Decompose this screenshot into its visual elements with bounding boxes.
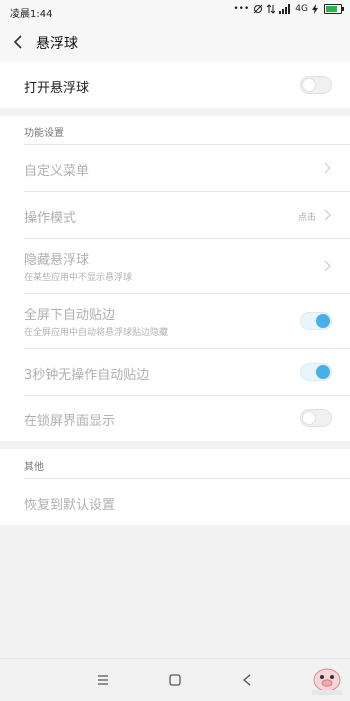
function-settings-card: 功能设置 自定义菜单 操作模式 点击 隐藏悬浮球 在某些应用中不显示悬浮球 全屏…: [0, 116, 350, 441]
data-transfer-icon: [267, 4, 276, 14]
app-header: 悬浮球: [0, 22, 350, 62]
mascot-watermark-icon: [312, 668, 342, 695]
status-time: 凌晨1:44: [10, 9, 53, 20]
main-toggle-label: 打开悬浮球: [24, 81, 90, 96]
main-toggle-row[interactable]: 打开悬浮球: [0, 62, 350, 108]
home-square-icon[interactable]: [166, 671, 184, 689]
battery-icon: [324, 4, 344, 14]
toggle-knob: [302, 411, 316, 425]
hide-ball-row[interactable]: 隐藏悬浮球 在某些应用中不显示悬浮球: [0, 239, 350, 293]
fullscreen-edge-switch[interactable]: [300, 312, 332, 330]
status-icons: ••• 4G: [233, 4, 344, 14]
chevron-right-icon: [324, 162, 331, 174]
idle-edge-switch[interactable]: [300, 363, 332, 381]
idle-edge-row[interactable]: 3秒钟无操作自动贴边: [0, 349, 350, 395]
section-title-function: 功能设置: [24, 128, 64, 139]
main-toggle-card: 打开悬浮球: [0, 62, 350, 108]
fullscreen-edge-subtitle: 在全屏应用中自动将悬浮球贴边隐藏: [24, 328, 169, 338]
custom-menu-row[interactable]: 自定义菜单: [0, 145, 350, 191]
operation-mode-row[interactable]: 操作模式 点击: [0, 192, 350, 238]
status-bar: 凌晨1:44 ••• 4G: [0, 0, 350, 22]
restore-defaults-label: 恢复到默认设置: [24, 498, 116, 513]
toggle-knob: [316, 365, 330, 379]
chevron-right-icon: [324, 260, 331, 272]
operation-mode-value: 点击: [297, 213, 316, 223]
silent-icon: [253, 4, 263, 14]
toggle-knob: [316, 314, 330, 328]
main-toggle-switch[interactable]: [300, 76, 332, 94]
more-dots-icon: •••: [233, 4, 250, 14]
back-triangle-icon[interactable]: [238, 671, 256, 689]
battery-fill: [326, 6, 337, 12]
fullscreen-edge-row[interactable]: 全屏下自动贴边 在全屏应用中自动将悬浮球贴边隐藏: [0, 294, 350, 348]
chevron-right-icon: [324, 209, 331, 221]
system-nav-bar: [0, 658, 350, 701]
fullscreen-edge-label: 全屏下自动贴边: [24, 308, 116, 323]
menu-icon[interactable]: [94, 671, 112, 689]
chevron-left-icon[interactable]: [12, 33, 26, 51]
page-title: 悬浮球: [36, 36, 78, 52]
lockscreen-switch[interactable]: [300, 409, 332, 427]
hide-ball-label: 隐藏悬浮球: [24, 253, 90, 268]
hide-ball-subtitle: 在某些应用中不显示悬浮球: [24, 273, 133, 283]
lockscreen-label: 在锁屏界面显示: [24, 414, 116, 429]
network-type: 4G: [295, 4, 308, 14]
charging-icon: [312, 4, 318, 14]
lockscreen-row[interactable]: 在锁屏界面显示: [0, 396, 350, 441]
idle-edge-label: 3秒钟无操作自动贴边: [24, 368, 150, 383]
operation-mode-label: 操作模式: [24, 211, 77, 226]
section-title-other: 其他: [24, 462, 44, 473]
other-settings-card: 其他 恢复到默认设置: [0, 449, 350, 525]
custom-menu-label: 自定义菜单: [24, 164, 90, 179]
restore-defaults-row[interactable]: 恢复到默认设置: [0, 479, 350, 525]
toggle-knob: [302, 78, 316, 92]
signal-icon: [279, 4, 291, 14]
